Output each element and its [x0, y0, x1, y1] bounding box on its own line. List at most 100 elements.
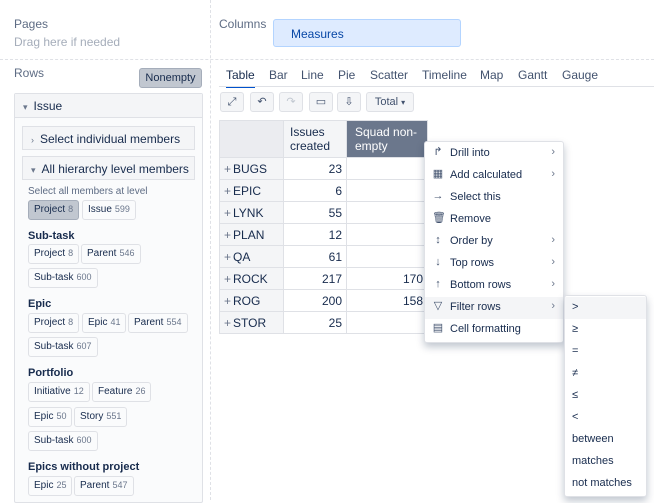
- group-chip[interactable]: Feature 26: [92, 382, 152, 402]
- group-chip[interactable]: Epic 25: [28, 476, 73, 496]
- cell-value: 217: [283, 267, 347, 290]
- expand-plus-icon[interactable]: +: [224, 184, 231, 198]
- report-table: Issues created Squad non-empty + BUGS 23 …: [219, 120, 428, 334]
- tab-gauge[interactable]: Gauge: [562, 68, 598, 82]
- filter-option-less-equal[interactable]: ≤: [565, 385, 646, 407]
- measures-chip[interactable]: Measures: [273, 19, 461, 47]
- menu-item-bottom-rows[interactable]: ↑ Bottom rows ›: [425, 275, 563, 297]
- chip-name: Story: [80, 411, 104, 422]
- column-header-issues-created[interactable]: Issues created: [283, 120, 347, 158]
- chip-name: Initiative: [34, 386, 71, 397]
- filter-option-not-matches[interactable]: not matches: [565, 473, 646, 495]
- group-chip[interactable]: Project 8: [28, 244, 80, 264]
- select-individual-members[interactable]: › Select individual members: [22, 126, 195, 150]
- filter-option-matches[interactable]: matches: [565, 451, 646, 473]
- column-header-squad[interactable]: Squad non-empty: [346, 120, 428, 158]
- tab-table[interactable]: Table: [226, 68, 255, 88]
- group-chip[interactable]: Project 8: [28, 313, 80, 333]
- menu-item-add-calculated[interactable]: ▦ Add calculated ›: [425, 165, 563, 187]
- row-name: QA: [233, 249, 251, 264]
- cell-value: [346, 201, 428, 224]
- row-header[interactable]: + BUGS: [219, 157, 284, 180]
- tab-map[interactable]: Map: [480, 68, 503, 82]
- group-chip[interactable]: Epic 50: [28, 407, 73, 427]
- tab-pie[interactable]: Pie: [338, 68, 355, 82]
- cell-value: 23: [283, 157, 347, 180]
- cell-value: 61: [283, 245, 347, 268]
- filter-option-less[interactable]: <: [565, 407, 646, 429]
- all-levels-label: All hierarchy level members: [41, 162, 189, 176]
- menu-item-drill-into[interactable]: ↱ Drill into ›: [425, 143, 563, 165]
- group-chip[interactable]: Sub-task 600: [28, 268, 98, 288]
- table-row: + QA 61: [219, 245, 428, 268]
- fullscreen-button[interactable]: ⤢: [220, 92, 244, 112]
- tab-gantt[interactable]: Gantt: [518, 68, 547, 82]
- filter-option-between[interactable]: between: [565, 429, 646, 451]
- group-chip[interactable]: Parent 546: [81, 244, 141, 264]
- expand-plus-icon[interactable]: +: [224, 228, 231, 242]
- menu-item-label: Order by: [450, 235, 493, 247]
- chip-name: Project: [34, 317, 66, 328]
- chip-name: Epic: [34, 411, 54, 422]
- group-chip[interactable]: Sub-task 607: [28, 337, 98, 357]
- chip-count: 12: [73, 386, 84, 396]
- export-button[interactable]: ⇩: [337, 92, 361, 112]
- total-dropdown[interactable]: Total ▾: [366, 92, 414, 112]
- row-header[interactable]: + QA: [219, 245, 284, 268]
- tab-timeline[interactable]: Timeline: [422, 68, 467, 82]
- pages-drop-hint[interactable]: Drag here if needed: [14, 35, 120, 49]
- undo-button[interactable]: ↶: [250, 92, 274, 112]
- tab-line[interactable]: Line: [301, 68, 324, 82]
- row-header[interactable]: + PLAN: [219, 223, 284, 246]
- nonempty-button[interactable]: Nonempty: [139, 68, 202, 88]
- calculator-icon: ▦: [432, 168, 444, 180]
- expand-plus-icon[interactable]: +: [224, 206, 231, 220]
- filter-option-greater-equal[interactable]: ≥: [565, 319, 646, 341]
- group-chip[interactable]: Parent 547: [74, 476, 134, 496]
- chip-count: 546: [119, 248, 135, 258]
- menu-item-filter-rows[interactable]: ▽ Filter rows ›: [425, 297, 563, 319]
- row-header[interactable]: + EPIC: [219, 179, 284, 202]
- level-chip-project[interactable]: Project 8: [28, 200, 80, 220]
- row-header[interactable]: + STOR: [219, 311, 284, 334]
- table-row: + EPIC 6: [219, 179, 428, 202]
- menu-item-top-rows[interactable]: ↓ Top rows ›: [425, 253, 563, 275]
- expand-plus-icon[interactable]: +: [224, 272, 231, 286]
- comment-icon: ▭: [315, 96, 327, 108]
- menu-item-cell-formatting[interactable]: ▤ Cell formatting: [425, 319, 563, 341]
- menu-item-label: Select this: [450, 191, 501, 203]
- expand-plus-icon[interactable]: +: [224, 294, 231, 308]
- row-header[interactable]: + ROG: [219, 289, 284, 312]
- tab-bar[interactable]: Bar: [269, 68, 288, 82]
- group-chip[interactable]: Sub-task 600: [28, 431, 98, 451]
- menu-item-order-by[interactable]: ↕ Order by ›: [425, 231, 563, 253]
- expand-plus-icon[interactable]: +: [224, 316, 231, 330]
- chip-count: 607: [76, 341, 92, 351]
- menu-item-remove[interactable]: 🗑 Remove: [425, 209, 563, 231]
- sort-icon: ↕: [435, 234, 441, 246]
- all-hierarchy-level-members[interactable]: ▾ All hierarchy level members: [22, 156, 195, 180]
- filter-option-equal[interactable]: =: [565, 341, 646, 363]
- cell-value: [346, 223, 428, 246]
- trash-icon: 🗑: [432, 212, 446, 224]
- menu-item-select-this[interactable]: → Select this: [425, 187, 563, 209]
- chip-count: 600: [76, 272, 92, 282]
- level-chip-issue[interactable]: Issue 599: [82, 200, 136, 220]
- redo-button[interactable]: ↷: [279, 92, 303, 112]
- chip-name: Epic: [34, 480, 54, 491]
- group-chip[interactable]: Parent 554: [128, 313, 188, 333]
- expand-plus-icon[interactable]: +: [224, 162, 231, 176]
- comment-button[interactable]: ▭: [309, 92, 333, 112]
- select-all-level-label: Select all members at level: [28, 186, 148, 197]
- group-chip[interactable]: Story 551: [74, 407, 128, 427]
- tab-scatter[interactable]: Scatter: [370, 68, 408, 82]
- issue-dimension-header[interactable]: ▾ Issue: [15, 94, 202, 118]
- row-header[interactable]: + LYNK: [219, 201, 284, 224]
- group-chip[interactable]: Initiative 12: [28, 382, 90, 402]
- cell-value: 25: [283, 311, 347, 334]
- filter-option-greater[interactable]: >: [565, 297, 646, 319]
- group-chip[interactable]: Epic 41: [82, 313, 127, 333]
- filter-option-not-equal[interactable]: ≠: [565, 363, 646, 385]
- expand-plus-icon[interactable]: +: [224, 250, 231, 264]
- row-header[interactable]: + ROCK: [219, 267, 284, 290]
